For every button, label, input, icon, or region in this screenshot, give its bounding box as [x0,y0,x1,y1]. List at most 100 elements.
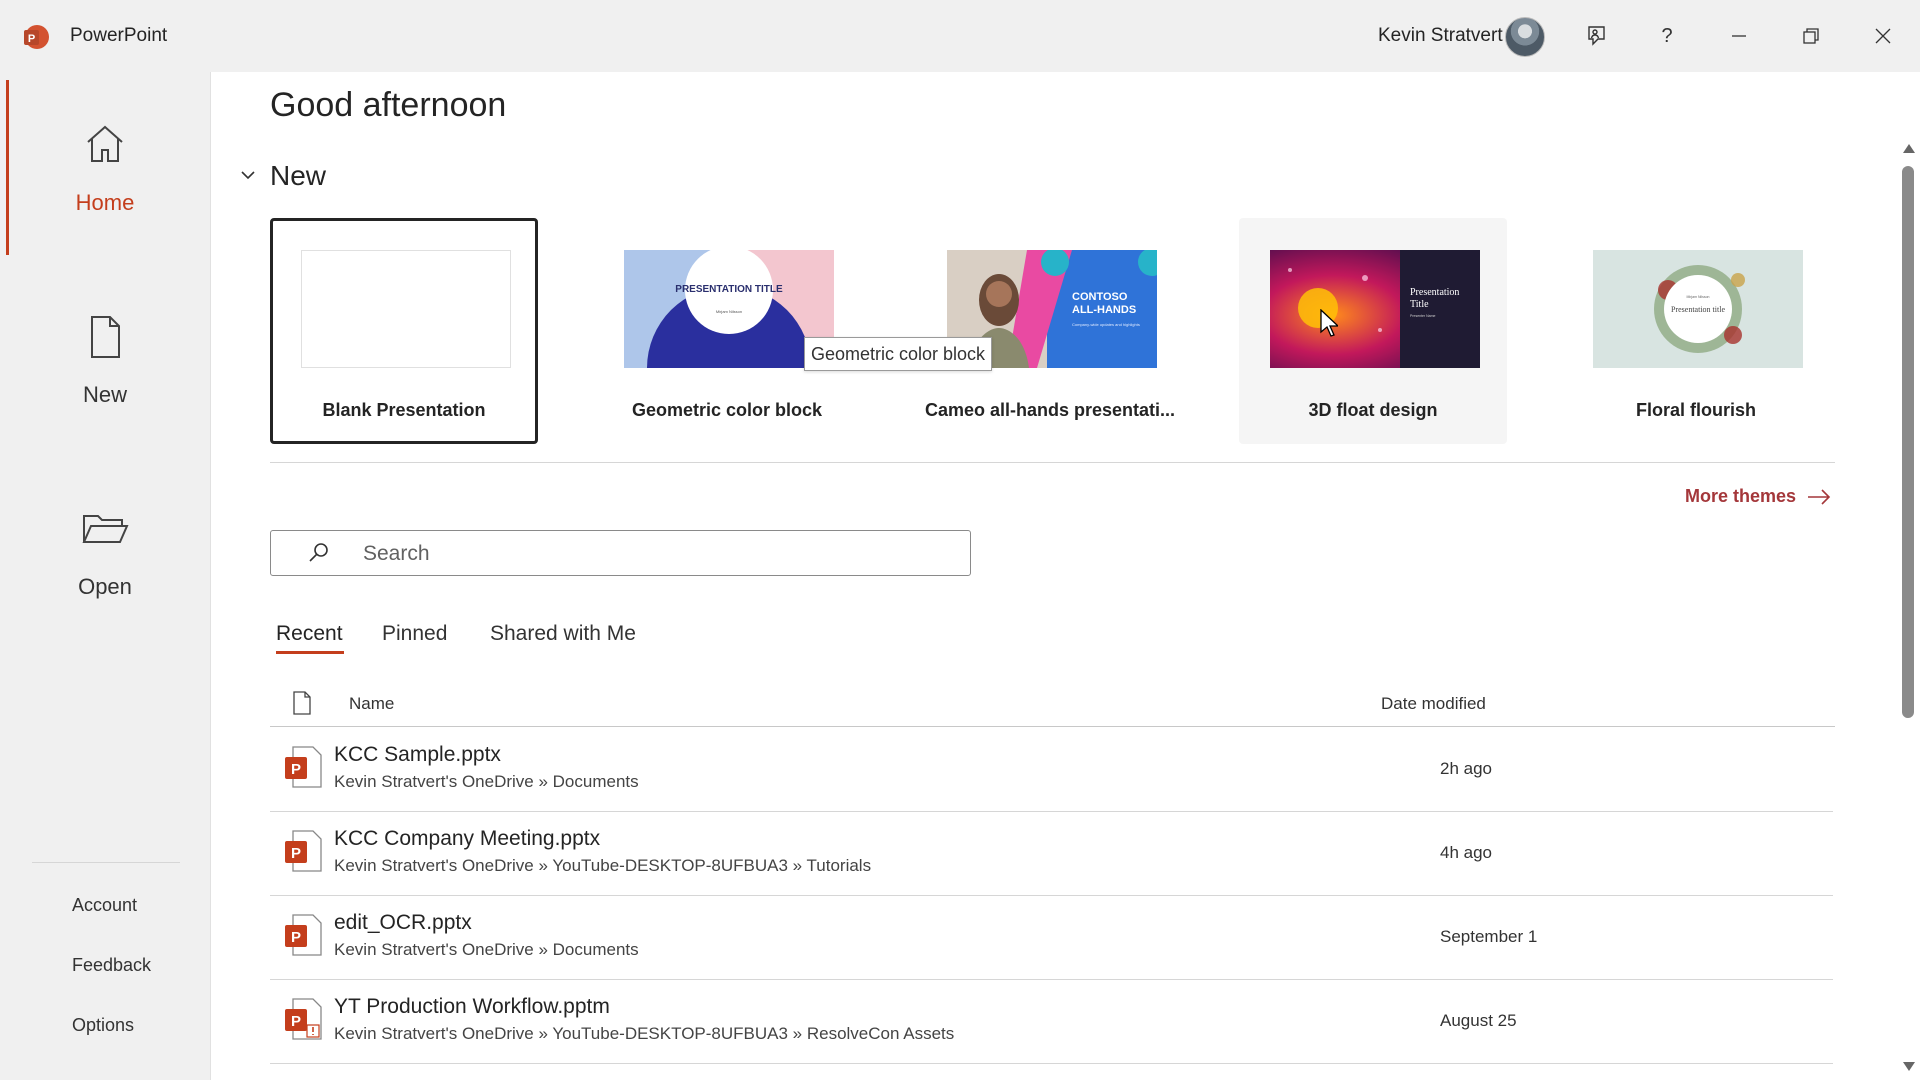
tab-pinned[interactable]: Pinned [382,622,447,646]
pptx-file-icon: P [285,746,322,788]
tab-recent[interactable]: Recent [276,622,343,646]
template-label: Geometric color block [631,400,823,420]
scroll-down-arrow-icon[interactable] [1903,1062,1915,1071]
main-content: Good afternoon New Blank Presentation PR… [211,72,1920,1080]
title-bar: P PowerPoint Kevin Stratvert ? [0,0,1920,72]
file-name: YT Production Workflow.pptm [334,995,610,1018]
template-thumbnail [301,250,511,368]
svg-text:CONTOSO: CONTOSO [1072,291,1128,303]
svg-text:Presenter Name: Presenter Name [1410,314,1436,318]
svg-text:P: P [291,929,301,946]
pptx-file-icon: P [285,830,322,872]
svg-text:PRESENTATION TITLE: PRESENTATION TITLE [675,284,783,295]
nav-item-home[interactable]: Home [0,80,210,240]
close-icon [1875,28,1891,44]
svg-text:Title: Title [1410,299,1429,310]
nav-label-open: Open [78,574,132,599]
template-geometric-color-block[interactable]: PRESENTATION TITLE Mirjam Nilsson Geomet… [593,218,861,444]
file-name: edit_OCR.pptx [334,911,472,934]
column-header-name[interactable]: Name [349,694,394,714]
scroll-up-arrow-icon[interactable] [1903,144,1915,153]
svg-text:ALL-HANDS: ALL-HANDS [1072,304,1136,316]
svg-text:P: P [291,845,301,862]
nav-label-new: New [82,382,127,407]
new-section-heading: New [270,160,327,191]
restore-icon [1803,28,1819,44]
powerpoint-logo-icon: P [24,25,49,49]
file-path: Kevin Stratvert's OneDrive » YouTube-DES… [334,1024,955,1043]
file-path: Kevin Stratvert's OneDrive » YouTube-DES… [334,856,872,875]
template-thumbnail: PRESENTATION TITLE Mirjam Nilsson [624,250,834,368]
file-path: Kevin Stratvert's OneDrive » Documents [334,772,639,791]
template-thumbnail: Presentation Title Presenter Name [1270,250,1480,368]
pptm-file-icon: P [285,998,322,1040]
tab-active-indicator [276,651,344,654]
svg-text:P: P [291,1013,301,1030]
file-date: September 1 [1440,927,1538,946]
nav-account[interactable]: Account [72,895,137,916]
template-label: 3D float design [1308,400,1438,420]
file-row[interactable]: P KCC Company Meeting.pptx Kevin Stratve… [270,811,1833,896]
search-icon [309,543,328,562]
minimize-icon [1732,35,1746,37]
home-icon [87,125,123,162]
close-button[interactable] [1863,16,1903,56]
svg-text:Presentation title: Presentation title [1671,305,1725,314]
more-themes-label: More themes [1685,486,1797,506]
search-input[interactable] [361,537,955,571]
file-row[interactable]: P edit_OCR.pptx Kevin Stratvert's OneDri… [270,895,1833,980]
tab-shared-with-me[interactable]: Shared with Me [490,622,636,646]
nav-feedback[interactable]: Feedback [72,955,151,976]
file-name: KCC Company Meeting.pptx [334,827,601,850]
avatar[interactable] [1505,17,1545,57]
chevron-down-icon[interactable] [237,164,259,186]
scrollbar-thumb[interactable] [1902,166,1914,718]
user-name[interactable]: Kevin Stratvert [1378,25,1503,47]
template-thumbnail: Mirjam Nilsson Presentation title [1593,250,1803,368]
file-date: 4h ago [1440,843,1492,862]
svg-text:Mirjam Nilsson: Mirjam Nilsson [1687,295,1710,299]
nav-options[interactable]: Options [72,1015,134,1036]
file-date: August 25 [1440,1011,1517,1030]
column-header-date-modified[interactable]: Date modified [1381,694,1486,714]
nav-item-new[interactable]: New [0,272,210,432]
greeting-heading: Good afternoon [270,86,507,124]
svg-text:P: P [291,761,301,778]
svg-text:P: P [28,33,35,45]
file-row[interactable]: P YT Production Workflow.pptm Kevin Stra… [270,979,1833,1064]
template-3d-float-design[interactable]: Presentation Title Presenter Name 3D flo… [1239,218,1507,444]
more-themes-link[interactable]: More themes [1685,486,1832,507]
template-blank-presentation[interactable]: Blank Presentation [270,218,538,444]
file-type-column-icon[interactable] [292,690,312,716]
file-name: KCC Sample.pptx [334,743,501,766]
file-path: Kevin Stratvert's OneDrive » Documents [334,940,639,959]
svg-text:Mirjam Nilsson: Mirjam Nilsson [716,309,742,314]
template-label: Cameo all-hands presentati... [924,400,1176,420]
minimize-button[interactable] [1719,16,1759,56]
file-date: 2h ago [1440,759,1492,778]
template-label: Blank Presentation [322,400,486,420]
help-icon: ? [1661,24,1673,47]
template-label: Floral flourish [1635,400,1756,420]
nav-label-home: Home [75,190,135,215]
help-button[interactable]: ? [1647,16,1687,56]
arrow-right-icon [1808,488,1831,505]
new-file-icon [91,316,120,358]
search-box[interactable] [270,530,971,576]
left-navigation: Home New Open Account Feedback Options [0,72,211,1080]
template-cameo-all-hands[interactable]: CONTOSO ALL-HANDS Company-wide updates a… [916,218,1184,444]
svg-text:Presentation: Presentation [1410,287,1459,298]
feedback-button[interactable] [1576,16,1616,56]
file-row[interactable]: P KCC Sample.pptx Kevin Stratvert's OneD… [270,727,1833,812]
section-divider [270,462,1835,463]
svg-text:Company-wide updates and highl: Company-wide updates and highlights [1072,322,1140,327]
nav-divider [32,862,180,863]
feedback-icon [1588,26,1605,46]
app-title: PowerPoint [70,25,168,46]
folder-icon [82,515,129,543]
template-tooltip: Geometric color block [804,337,993,371]
nav-item-open[interactable]: Open [0,464,210,624]
pptx-file-icon: P [285,914,322,956]
template-floral-flourish[interactable]: Mirjam Nilsson Presentation title Floral… [1562,218,1830,444]
restore-button[interactable] [1791,16,1831,56]
